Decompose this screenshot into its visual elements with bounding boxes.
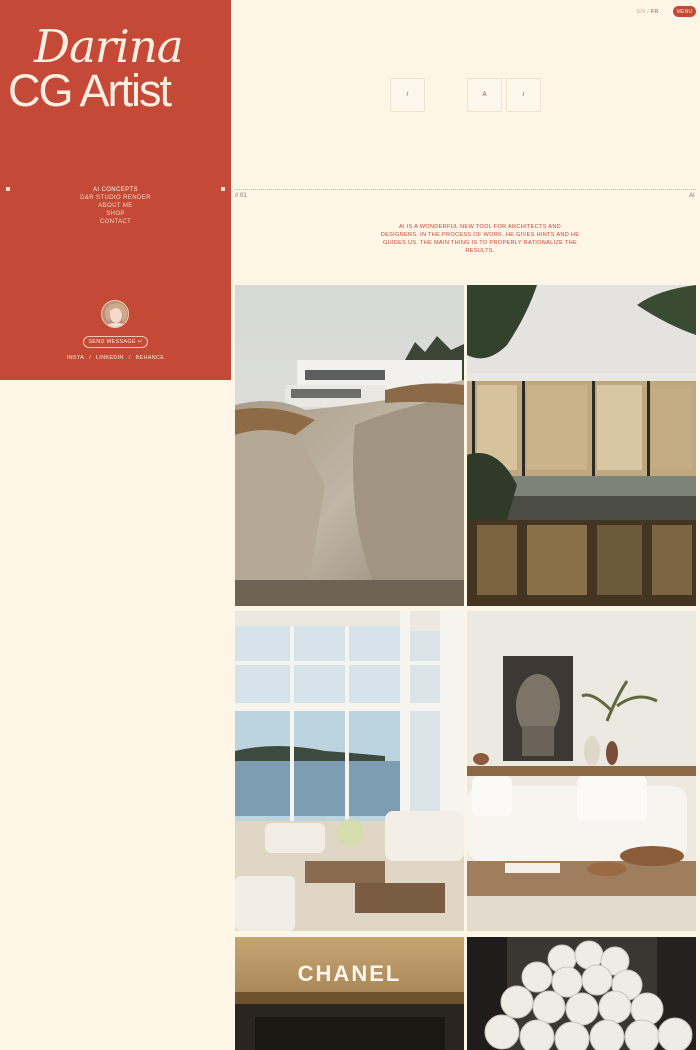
social-separator: / (89, 355, 91, 361)
gallery-image-sculpture-interior[interactable] (467, 611, 696, 931)
gallery-image-cliff-house[interactable] (235, 285, 464, 606)
section-tag: AI (689, 193, 695, 199)
profile-avatar (101, 300, 129, 328)
filter-box-1[interactable]: / (390, 78, 425, 112)
filter-box-3[interactable]: / (506, 78, 541, 112)
logo-line-2: CG Artist (8, 65, 173, 116)
nav-item-studio-render[interactable]: D&R STUDIO RENDER (80, 194, 151, 202)
insta-link[interactable]: INSTA (67, 355, 84, 361)
section-divider (235, 189, 696, 190)
nav-item-shop[interactable]: SHOP (106, 210, 125, 218)
send-message-button[interactable]: SEND MESSAGE ↵ (83, 336, 148, 348)
gallery-image-bubble-sculpture[interactable] (467, 937, 696, 1050)
lang-en[interactable]: EN (637, 9, 645, 15)
site-logo[interactable]: Darina CG Artist (0, 0, 231, 120)
section-number: // 01 (235, 193, 247, 199)
menu-button[interactable]: MENU (673, 6, 696, 17)
avatar-shoulders (104, 323, 128, 327)
gallery-image-chanel-store[interactable]: CHANEL (235, 937, 464, 1050)
nav-item-contact[interactable]: CONTACT (100, 218, 131, 226)
avatar-face (110, 308, 122, 323)
nav-item-about-me[interactable]: ABOUT ME (98, 202, 132, 210)
behance-link[interactable]: BEHANCE (136, 355, 165, 361)
gallery-image-glass-house[interactable] (467, 285, 696, 606)
lang-fr[interactable]: FR (651, 9, 659, 15)
gallery-image-sea-living-room[interactable] (235, 611, 464, 931)
main-nav: AI CONCEPTS D&R STUDIO RENDER ABOUT ME S… (0, 186, 231, 226)
social-separator: / (128, 355, 131, 361)
section-intro: AI IS A WONDERFUL NEW TOOL FOR ARCHITECT… (380, 224, 580, 254)
social-links: INSTA / LINKEDIN / BEHANCE (0, 355, 231, 361)
sidebar: Darina CG Artist AI CONCEPTS D&R STUDIO … (0, 0, 231, 380)
filter-box-2[interactable]: A (467, 78, 502, 112)
nav-item-ai-concepts[interactable]: AI CONCEPTS (93, 186, 138, 194)
lang-separator: / (647, 9, 649, 15)
linkedin-link[interactable]: LINKEDIN (96, 355, 124, 361)
chanel-sign-text: CHANEL (298, 961, 402, 986)
language-switcher: EN / FR (637, 9, 659, 15)
